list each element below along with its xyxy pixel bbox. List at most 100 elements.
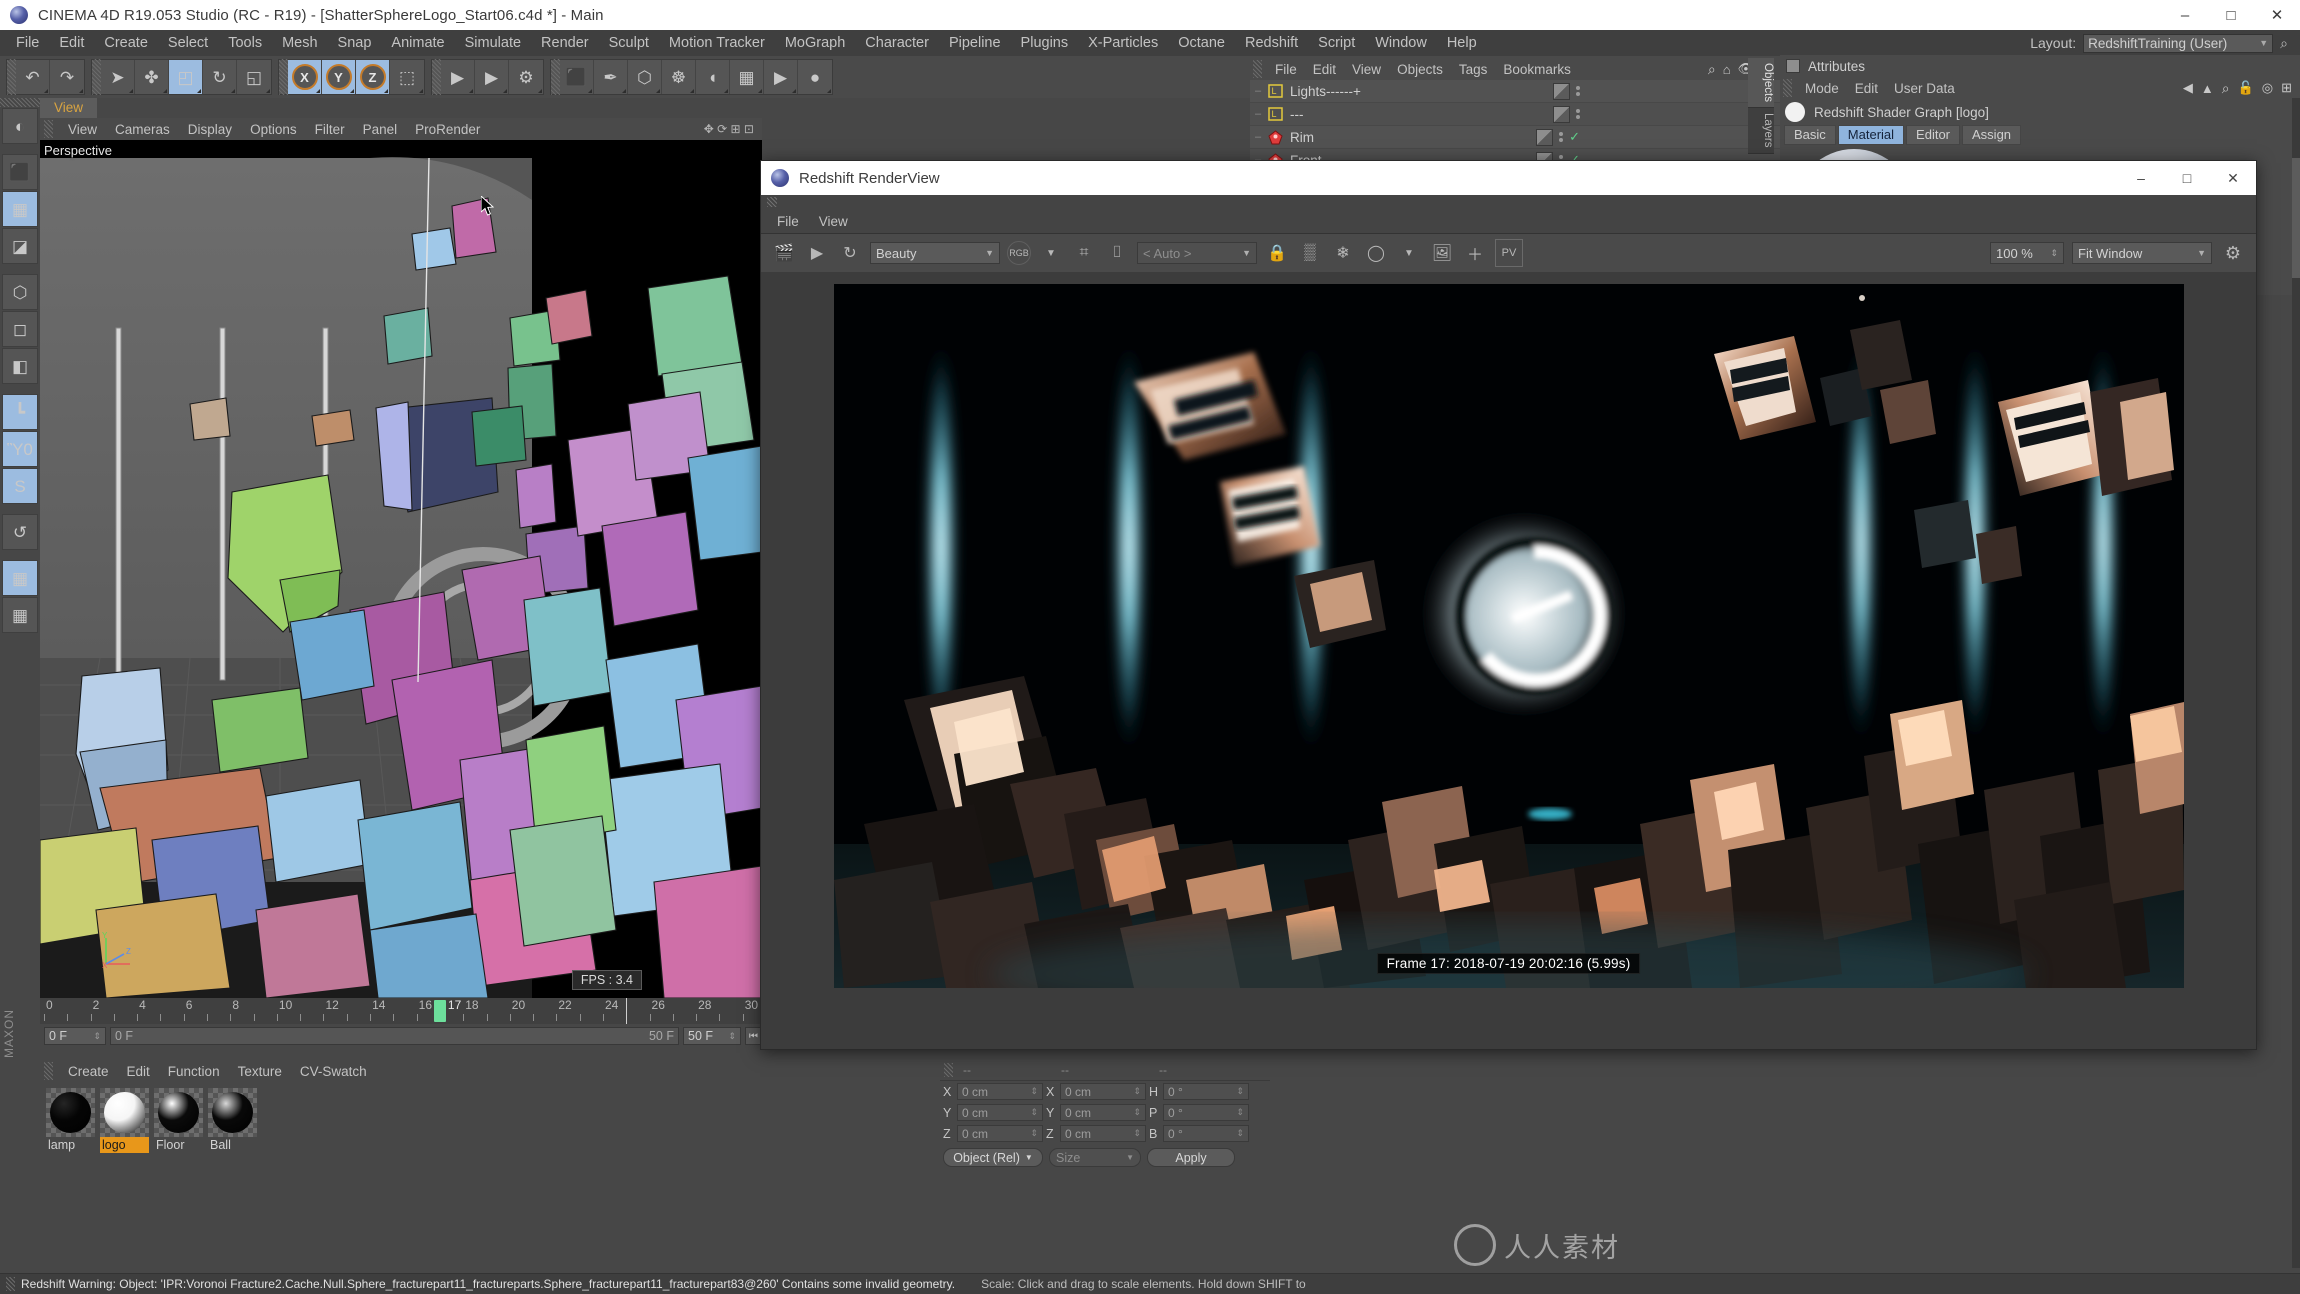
coord-rotation-field-B[interactable]: 0 ° ⇕ <box>1163 1125 1249 1142</box>
object-row[interactable]: – Rim ✓ <box>1250 126 1780 149</box>
object-menu-edit[interactable]: Edit <box>1305 60 1344 79</box>
material-menu-edit[interactable]: Edit <box>118 1062 159 1081</box>
menu-item-motion-tracker[interactable]: Motion Tracker <box>659 32 775 54</box>
attributes-tab-material[interactable]: Material <box>1837 125 1905 145</box>
world-object-axis-toggle[interactable]: ⬚ <box>390 60 424 94</box>
spinner-icon[interactable]: ⇕ <box>1236 1086 1244 1097</box>
camera-dropdown[interactable]: < Auto > ▼ <box>1137 242 1257 264</box>
redo-button[interactable]: ↷ <box>50 60 84 94</box>
object-tag-icon[interactable] <box>1536 128 1554 146</box>
toolbar-grip[interactable] <box>7 59 16 95</box>
spinner-icon[interactable]: ⇕ <box>1030 1107 1038 1118</box>
coord-rotation-field-H[interactable]: 0 ° ⇕ <box>1163 1083 1249 1100</box>
spinner-icon[interactable]: ⇕ <box>1133 1086 1141 1097</box>
x-axis-lock[interactable]: X <box>288 60 322 94</box>
menu-item-help[interactable]: Help <box>1437 32 1487 54</box>
model-mode-button[interactable]: ⬛ <box>2 154 38 190</box>
object-row[interactable]: – L Lights------+ <box>1250 80 1780 103</box>
live-selection-tool[interactable]: ➤ <box>101 60 135 94</box>
add-camera-button[interactable]: ▶ <box>764 60 798 94</box>
material-item-ball[interactable]: Ball <box>208 1088 257 1153</box>
menu-item-window[interactable]: Window <box>1365 32 1437 54</box>
renderview-maximize-button[interactable]: □ <box>2164 161 2210 195</box>
menu-item-animate[interactable]: Animate <box>381 32 454 54</box>
menu-item-plugins[interactable]: Plugins <box>1011 32 1079 54</box>
back-arrow-icon[interactable]: ◀ <box>2183 80 2193 96</box>
add-light-button[interactable]: ● <box>798 60 832 94</box>
rendered-image[interactable]: Frame 17: 2018-07-19 20:02:16 (5.99s) <box>833 284 2184 988</box>
menu-item-select[interactable]: Select <box>158 32 218 54</box>
status-grip[interactable] <box>6 1277 15 1291</box>
add-image-icon[interactable]: ＋ <box>1462 240 1488 266</box>
spinner-icon[interactable]: ⇕ <box>728 1031 736 1042</box>
menu-item-edit[interactable]: Edit <box>49 32 94 54</box>
editor-viewport[interactable]: View View Cameras Display Options Filter Pane… <box>40 98 762 998</box>
attributes-scrollbar[interactable] <box>2292 98 2300 1268</box>
object-menu-tags[interactable]: Tags <box>1451 60 1496 79</box>
fit-mode-dropdown[interactable]: Fit Window ▼ <box>2072 242 2212 264</box>
render-view-button[interactable]: ▶ <box>441 60 475 94</box>
menu-item-x-particles[interactable]: X-Particles <box>1078 32 1168 54</box>
search-icon[interactable]: ⌕ <box>2280 35 2288 52</box>
aov-dropdown[interactable]: Beauty ▼ <box>870 242 1000 264</box>
menu-item-snap[interactable]: Snap <box>328 32 382 54</box>
material-item-logo[interactable]: logo <box>100 1088 149 1153</box>
axis-mode-button[interactable]: ┗ <box>2 394 38 430</box>
timeline-playhead[interactable] <box>433 1000 446 1022</box>
spinner-icon[interactable]: ⇕ <box>2050 248 2058 259</box>
chevron-down-icon[interactable]: ▼ <box>1396 240 1422 266</box>
rotate-tool[interactable]: ↻ <box>203 60 237 94</box>
side-tab-objects[interactable]: Objects <box>1748 58 1774 108</box>
menu-item-redshift[interactable]: Redshift <box>1235 32 1308 54</box>
toolbar-grip[interactable] <box>551 59 560 95</box>
menu-item-octane[interactable]: Octane <box>1168 32 1235 54</box>
undo-button[interactable]: ↶ <box>16 60 50 94</box>
expand-icon[interactable]: ⊞ <box>2281 80 2292 96</box>
workplane-mode-button[interactable]: ◪ <box>2 228 38 264</box>
attributes-tab-assign[interactable]: Assign <box>1962 125 2022 145</box>
attributes-menu-user-data[interactable]: User Data <box>1886 79 1963 98</box>
viewport-menu-options[interactable]: Options <box>241 120 306 139</box>
spinner-icon[interactable]: ⇕ <box>1133 1128 1141 1139</box>
add-nurbs-button[interactable]: ⬡ <box>628 60 662 94</box>
viewport-tab-view[interactable]: View <box>40 98 98 118</box>
toolbar-grip[interactable] <box>279 59 288 95</box>
renderview-menu-file[interactable]: File <box>767 212 809 231</box>
enable-snap-button[interactable]: S <box>2 468 38 504</box>
menu-item-mograph[interactable]: MoGraph <box>775 32 855 54</box>
save-image-icon[interactable]: 🖼 <box>1429 240 1455 266</box>
zoom-level-field[interactable]: 100 % ⇕ <box>1990 242 2064 264</box>
menu-item-script[interactable]: Script <box>1308 32 1365 54</box>
polygon-mode-button[interactable]: ◧ <box>2 348 38 384</box>
coordinate-mode-dropdown[interactable]: Object (Rel) ▼ <box>943 1148 1043 1167</box>
coord-size-field-X[interactable]: 0 cm ⇕ <box>1060 1083 1146 1100</box>
object-row[interactable]: – L --- <box>1250 103 1780 126</box>
menu-item-mesh[interactable]: Mesh <box>272 32 327 54</box>
viewport-menu-grip[interactable] <box>44 120 53 138</box>
side-tab-layers[interactable]: Layers <box>1748 108 1774 154</box>
object-tree[interactable]: –LLights------+–L---–Rim✓–Front✓ <box>1250 80 1780 172</box>
add-spline-button[interactable]: ✒ <box>594 60 628 94</box>
gear-icon[interactable]: ⚙ <box>2220 240 2246 266</box>
object-menu-grip[interactable] <box>1253 60 1262 78</box>
material-swatch[interactable] <box>208 1088 257 1137</box>
close-button[interactable]: ✕ <box>2254 0 2300 30</box>
material-menu-texture[interactable]: Texture <box>229 1062 291 1081</box>
add-array-button[interactable]: ☸ <box>662 60 696 94</box>
attributes-tab-basic[interactable]: Basic <box>1784 125 1836 145</box>
layout-dropdown[interactable]: RedshiftTraining (User) ▼ <box>2083 33 2274 53</box>
material-menu-cv-swatch[interactable]: CV-Swatch <box>291 1062 376 1081</box>
add-scene-button[interactable]: ▦ <box>730 60 764 94</box>
chevron-down-icon[interactable]: ▼ <box>1038 240 1064 266</box>
add-deformer-button[interactable]: ◖ <box>696 60 730 94</box>
snowflake-icon[interactable]: ❄ <box>1330 240 1356 266</box>
spinner-icon[interactable]: ⇕ <box>1133 1107 1141 1118</box>
minimize-button[interactable]: – <box>2162 0 2208 30</box>
menu-item-tools[interactable]: Tools <box>218 32 272 54</box>
scale-alt-tool[interactable]: ◱ <box>237 60 271 94</box>
spinner-icon[interactable]: ⇕ <box>1030 1128 1038 1139</box>
workplane-rotate-button[interactable]: ▦ <box>2 597 38 633</box>
object-menu-view[interactable]: View <box>1344 60 1389 79</box>
workplane-lock-button[interactable]: ▦ <box>2 560 38 596</box>
toolbar-grip[interactable] <box>432 59 441 95</box>
